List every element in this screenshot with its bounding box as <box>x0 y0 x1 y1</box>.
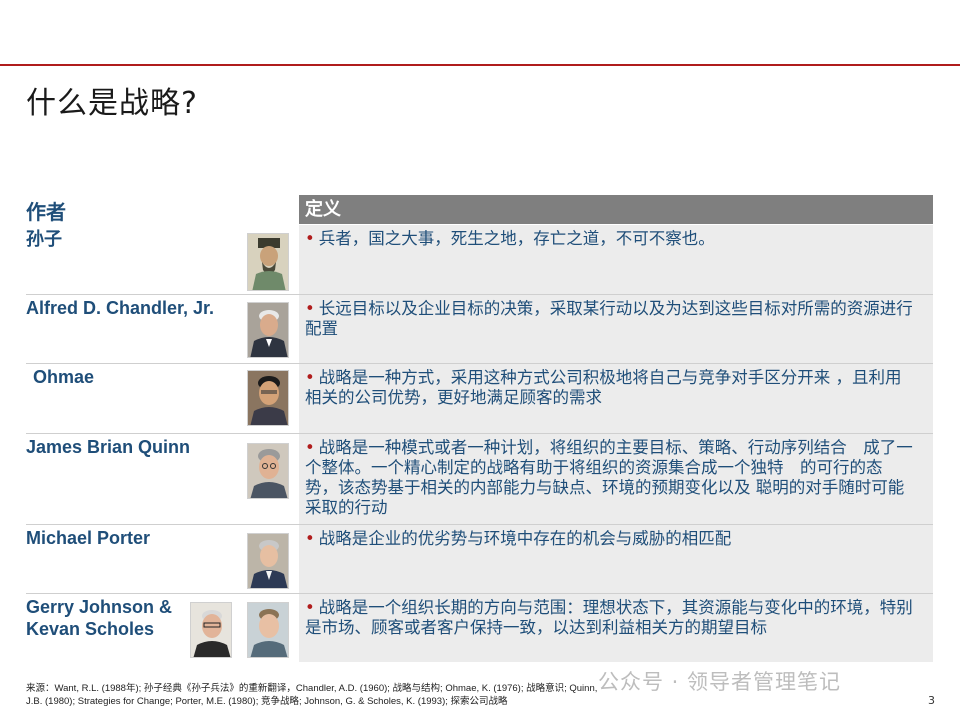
portrait-sunzi <box>247 233 289 291</box>
definition-text: 战略是一个组织长期的方向与范围：理想状态下，其资源能与变化中的环境，特别是市场、… <box>305 598 913 637</box>
table-row: Ohmae • 战略是一种方式，采用这种方式公司积极地将自己与竞争对手区分开来 ，… <box>0 364 960 433</box>
table-row: Alfred D. Chandler, Jr. • 长远目标以及企业目标的决策，采… <box>0 295 960 363</box>
bullet-icon: • <box>305 598 315 617</box>
definition-text: 战略是企业的优劣势与环境中存在的机会与威胁的相匹配 <box>318 529 732 548</box>
definition-cell: • 战略是一个组织长期的方向与范围：理想状态下，其资源能与变化中的环境，特别是市场… <box>299 594 933 662</box>
slide-title: 什么是战略? <box>26 86 198 121</box>
footnote-line: J.B. (1980); Strategies for Change; Port… <box>26 696 508 707</box>
bullet-icon: • <box>305 368 315 387</box>
definition-cell: • 战略是一种方式，采用这种方式公司积极地将自己与竞争对手区分开来 ，且利用相关的… <box>299 364 933 433</box>
author-name: 孙子 <box>26 229 62 249</box>
column-header-definition: 定义 <box>299 195 933 224</box>
definition-text: 长远目标以及企业目标的决策，采取某行动以及为达到这些目标对所需的资源进行配置 <box>305 299 913 338</box>
table-row: Gerry Johnson & Kevan Scholes • 战略是一个组织长期… <box>0 594 960 662</box>
column-header-author: 作者 <box>26 200 66 224</box>
page-number: 3 <box>928 694 935 707</box>
portrait-chandler <box>247 302 289 358</box>
table-row: James Brian Quinn • 战略是一种模式或者一种计划，将组织的主要目… <box>0 434 960 524</box>
source-footnote: 来源：Want, R.L. (1988年); 孙子经典《孙子兵法》的重新翻译，C… <box>26 682 706 708</box>
footnote-line: 来源：Want, R.L. (1988年); 孙子经典《孙子兵法》的重新翻译，C… <box>26 683 598 694</box>
portrait-quinn <box>247 443 289 499</box>
table-row: Michael Porter • 战略是企业的优劣势与环境中存在的机会与威胁的相匹… <box>0 525 960 593</box>
bullet-icon: • <box>305 299 315 318</box>
definition-cell: • 兵者，国之大事，死生之地，存亡之道，不可不察也。 <box>299 225 933 294</box>
portrait-johnson <box>190 602 232 658</box>
author-name: Gerry Johnson & Kevan Scholes <box>26 597 173 639</box>
definition-cell: • 战略是一种模式或者一种计划，将组织的主要目标、策略、行动序列结合 成了一个整体… <box>299 434 933 524</box>
definition-text: 兵者，国之大事，死生之地，存亡之道，不可不察也。 <box>318 229 715 248</box>
author-name: Ohmae <box>33 367 95 387</box>
definition-text: 战略是一种模式或者一种计划，将组织的主要目标、策略、行动序列结合 成了一个整体。… <box>305 438 913 517</box>
author-name: Michael Porter <box>26 528 151 548</box>
author-name: Alfred D. Chandler, Jr. <box>26 298 215 318</box>
bullet-icon: • <box>305 229 315 248</box>
table-row: 孙子 • 兵者，国之大事，死生之地，存亡之道，不可不察也。 <box>0 225 960 294</box>
bullet-icon: • <box>305 529 315 548</box>
author-name: James Brian Quinn <box>26 437 191 457</box>
definition-cell: • 长远目标以及企业目标的决策，采取某行动以及为达到这些目标对所需的资源进行配置 <box>299 295 933 363</box>
top-rule <box>0 64 960 66</box>
bullet-icon: • <box>305 438 315 457</box>
definition-cell: • 战略是企业的优劣势与环境中存在的机会与威胁的相匹配 <box>299 525 933 593</box>
portrait-scholes <box>247 602 289 658</box>
portrait-ohmae <box>247 370 289 426</box>
definition-text: 战略是一种方式，采用这种方式公司积极地将自己与竞争对手区分开来 ，且利用相关的公… <box>305 368 902 407</box>
portrait-porter <box>247 533 289 589</box>
